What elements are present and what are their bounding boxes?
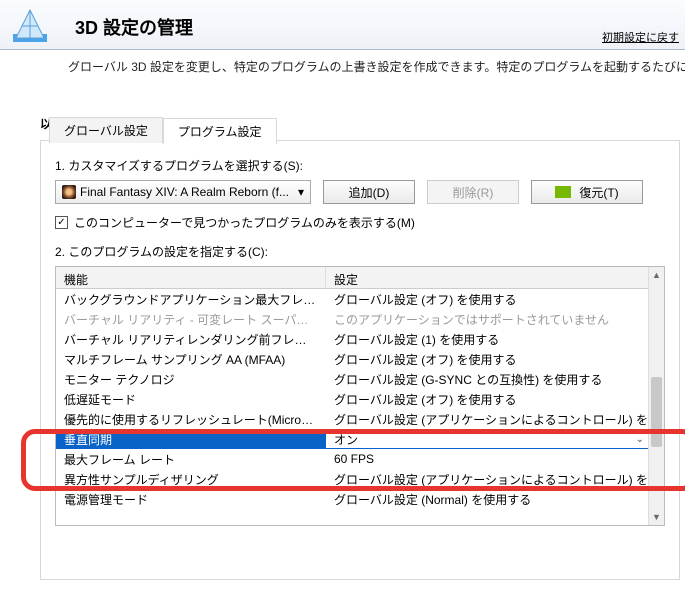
setting-cell[interactable]: オン⌄ (326, 431, 664, 448)
feature-cell: 垂直同期 (56, 431, 326, 448)
column-header-feature: 機能 (56, 267, 326, 288)
feature-cell: 最大フレーム レート (56, 451, 326, 468)
table-row[interactable]: バーチャル リアリティレンダリング前フレーム数グローバル設定 (1) を使用する (56, 329, 664, 349)
add-button[interactable]: 追加(D) (323, 180, 415, 204)
remove-button: 削除(R) (427, 180, 519, 204)
feature-cell: バックグラウンドアプリケーション最大フレームレート (56, 291, 326, 308)
setting-cell: グローバル設定 (オフ) を使用する (326, 391, 664, 408)
setting-cell: グローバル設定 (オフ) を使用する (326, 351, 664, 368)
feature-cell: マルチフレーム サンプリング AA (MFAA) (56, 351, 326, 368)
reset-defaults-link[interactable]: 初期設定に戻す (602, 29, 679, 45)
setting-cell: グローバル設定 (アプリケーションによるコントロール) を (326, 471, 664, 488)
table-row[interactable]: マルチフレーム サンプリング AA (MFAA)グローバル設定 (オフ) を使用… (56, 349, 664, 369)
table-row[interactable]: 異方性サンプルディザリンググローバル設定 (アプリケーションによるコントロール)… (56, 469, 664, 489)
program-select-value: Final Fantasy XIV: A Realm Reborn (f... (80, 185, 294, 199)
table-row[interactable]: 垂直同期オン⌄ (56, 429, 664, 449)
chevron-down-icon: ⌄ (636, 434, 644, 445)
restore-button[interactable]: 復元(T) (531, 180, 643, 204)
setting-cell: このアプリケーションではサポートされていません (326, 311, 664, 328)
show-found-only-label: このコンピューターで見つかったプログラムのみを表示する(M) (74, 214, 415, 231)
feature-cell: 優先的に使用するリフレッシュレート(Microstar M... (56, 411, 326, 428)
scroll-up-icon[interactable]: ▲ (649, 267, 664, 283)
setting-cell: グローバル設定 (アプリケーションによるコントロール) を (326, 411, 664, 428)
table-row[interactable]: バックグラウンドアプリケーション最大フレームレートグローバル設定 (オフ) を使… (56, 289, 664, 309)
setting-cell: グローバル設定 (Normal) を使用する (326, 491, 664, 508)
setting-cell: グローバル設定 (G-SYNC との互換性) を使用する (326, 371, 664, 388)
table-row[interactable]: 優先的に使用するリフレッシュレート(Microstar M...グローバル設定 … (56, 409, 664, 429)
setting-cell: 60 FPS (326, 452, 664, 466)
table-row[interactable]: モニター テクノロジグローバル設定 (G-SYNC との互換性) を使用する (56, 369, 664, 389)
feature-cell: バーチャル リアリティ - 可変レート スーパーサンプリング (56, 311, 326, 328)
feature-cell: 低遅延モード (56, 391, 326, 408)
step1-label: 1. カスタマイズするプログラムを選択する(S): (55, 157, 665, 174)
page-description: グローバル 3D 設定を変更し、特定のプログラムの上書き設定を作成できます。特定… (68, 58, 685, 75)
show-found-only-checkbox[interactable]: ✓ (55, 216, 68, 229)
feature-cell: 異方性サンプルディザリング (56, 471, 326, 488)
program-select[interactable]: Final Fantasy XIV: A Realm Reborn (f... … (55, 180, 311, 204)
program-app-icon (62, 185, 76, 199)
restore-button-label: 復元(T) (579, 184, 618, 201)
table-scrollbar[interactable]: ▲ ▼ (648, 267, 664, 525)
setting-cell: グローバル設定 (1) を使用する (326, 331, 664, 348)
scroll-down-icon[interactable]: ▼ (649, 509, 664, 525)
page-title: 3D 設定の管理 (75, 14, 193, 40)
table-row[interactable]: 最大フレーム レート60 FPS (56, 449, 664, 469)
feature-cell: バーチャル リアリティレンダリング前フレーム数 (56, 331, 326, 348)
chevron-down-icon: ▾ (298, 185, 304, 199)
feature-cell: モニター テクノロジ (56, 371, 326, 388)
column-header-setting: 設定 (326, 267, 664, 288)
scrollbar-thumb[interactable] (651, 377, 662, 447)
app-icon (10, 6, 50, 46)
feature-cell: 電源管理モード (56, 491, 326, 508)
table-row[interactable]: 低遅延モードグローバル設定 (オフ) を使用する (56, 389, 664, 409)
setting-cell: グローバル設定 (オフ) を使用する (326, 291, 664, 308)
tab-program[interactable]: プログラム設定 (163, 118, 277, 144)
tab-global[interactable]: グローバル設定 (49, 117, 163, 143)
table-row[interactable]: バーチャル リアリティ - 可変レート スーパーサンプリングこのアプリケーション… (56, 309, 664, 329)
table-row[interactable]: 電源管理モードグローバル設定 (Normal) を使用する (56, 489, 664, 509)
step2-label: 2. このプログラムの設定を指定する(C): (55, 243, 665, 260)
settings-table: 機能 設定 バックグラウンドアプリケーション最大フレームレートグローバル設定 (… (55, 266, 665, 526)
nvidia-logo-icon (555, 186, 571, 198)
